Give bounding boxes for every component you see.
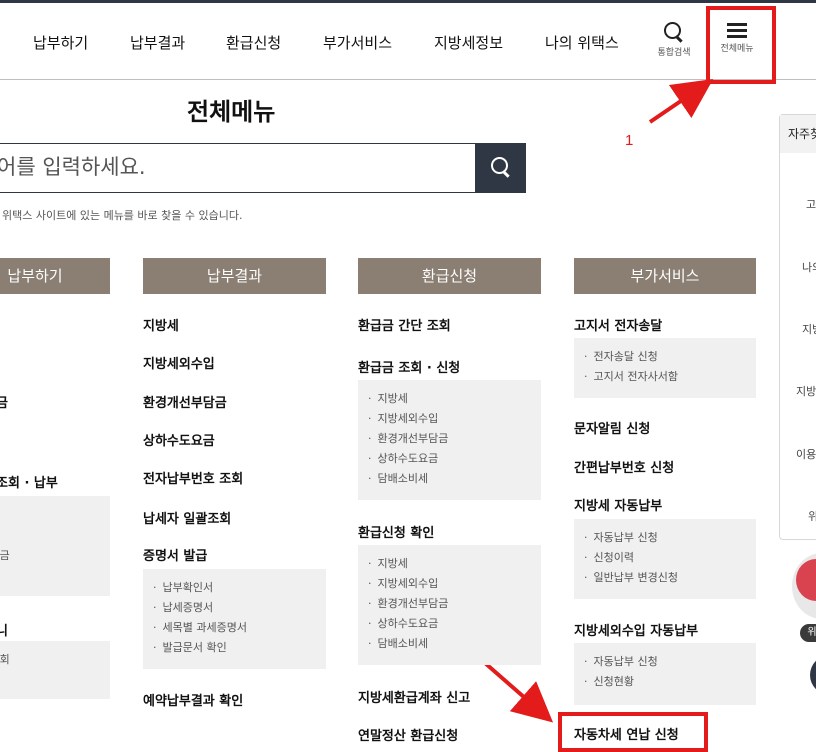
menu-entry[interactable]: 조회 · 납부 — [0, 472, 58, 491]
menu-entry[interactable]: 고지서 전자송달 — [574, 315, 662, 334]
submenu-item[interactable]: 전자송달 신청 — [584, 347, 756, 367]
submenu-item[interactable]: 자동납부 신청 — [584, 652, 756, 672]
submenu-item[interactable]: 세목별 과세증명서 — [153, 618, 326, 638]
menu-entry[interactable]: 증명서 발급 — [143, 545, 207, 564]
submenu-item[interactable]: 조회 — [0, 650, 110, 670]
quick-link[interactable]: 고 — [806, 196, 816, 212]
quick-link[interactable]: 지방 — [796, 383, 816, 399]
submenu-item[interactable]: 지방세외수입 — [368, 574, 541, 594]
page-title: 전체메뉴 — [187, 98, 276, 126]
menu-entry[interactable]: 간편납부번호 신청 — [574, 457, 674, 476]
submenu-item[interactable]: 금 — [0, 566, 110, 586]
quick-link[interactable]: 나의 — [802, 259, 816, 275]
menu-entry[interactable]: 지방세외수입 자동납부 — [574, 620, 698, 639]
column-header-payment[interactable]: 납부하기 — [0, 258, 110, 294]
submenu-box: 자동납부 신청 신청이력 일반납부 변경신청 — [574, 519, 756, 599]
quick-links-title: 자주찾 — [780, 115, 816, 153]
menu-entry[interactable]: 지방세 자동납부 — [574, 495, 662, 514]
submenu-box: 지방세 지방세외수입 환경개선부담금 상하수도요금 담배소비세 — [358, 380, 541, 500]
menu-entry[interactable]: 상하수도요금 — [143, 430, 215, 449]
menu-entry[interactable]: 환경개선부담금 — [143, 392, 227, 411]
submenu-item[interactable]: 담배소비세 — [368, 469, 541, 489]
submenu-item[interactable]: 신청이력 — [584, 548, 756, 568]
submenu-item[interactable]: 신청현황 — [584, 672, 756, 692]
mascot-icon — [796, 559, 816, 601]
submenu-item[interactable]: 지방세 — [368, 554, 541, 574]
submenu-box: 지방세 지방세외수입 환경개선부담금 상하수도요금 담배소비세 — [358, 545, 541, 665]
menu-entry[interactable]: 예약납부결과 확인 — [143, 690, 243, 709]
menu-entry[interactable]: 전자납부번호 조회 — [143, 468, 243, 487]
menu-search-input[interactable] — [0, 144, 467, 190]
menu-entry[interactable]: 환급신청 확인 — [358, 522, 434, 541]
menu-entry[interactable]: 니 — [0, 620, 8, 639]
menu-entry[interactable]: 문자알림 신청 — [574, 418, 650, 437]
submenu-box: 전자송달 신청 고지서 전자사서함 — [574, 338, 756, 398]
menu-entry[interactable]: 연말정산 환급신청 — [358, 725, 458, 744]
arrow-1 — [648, 79, 714, 124]
menu-search-field[interactable] — [0, 143, 476, 193]
submenu-item[interactable]: 발급문서 확인 — [153, 638, 326, 658]
submenu-box: 자동납부 신청 신청현황 — [574, 643, 756, 705]
submenu-box: 입 담금 금 — [0, 496, 110, 596]
mascot-label: 위 — [800, 624, 816, 642]
submenu-item[interactable]: 일반납부 변경신청 — [584, 568, 756, 588]
search-hint: 위택스 사이트에 있는 메뉴를 바로 찾을 수 있습니다. — [2, 209, 243, 222]
menu-entry[interactable]: 지방세환급계좌 신고 — [358, 687, 470, 706]
submenu-box: 조회 — [0, 641, 110, 699]
submenu-item[interactable]: 환경개선부담금 — [368, 429, 541, 449]
submenu-item[interactable]: 상하수도요금 — [368, 614, 541, 634]
menu-entry-car-tax-annual[interactable]: 자동차세 연납 신청 — [574, 724, 679, 743]
column-header-payment-result[interactable]: 납부결과 — [143, 258, 326, 294]
menu-entry[interactable]: 납세자 일괄조회 — [143, 508, 231, 527]
submenu-item[interactable]: 지방세외수입 — [368, 409, 541, 429]
submenu-item[interactable]: 환경개선부담금 — [368, 594, 541, 614]
submenu-item[interactable]: 고지서 전자사서함 — [584, 367, 756, 387]
search-icon — [490, 156, 512, 178]
quick-link[interactable]: 위 — [808, 508, 816, 524]
column-header-refund[interactable]: 환급신청 — [358, 258, 541, 294]
menu-entry[interactable]: 환급금 조회 · 신청 — [358, 357, 460, 376]
submenu-item[interactable]: 입 — [0, 526, 110, 546]
submenu-item[interactable]: 담금 — [0, 546, 110, 566]
submenu-item[interactable]: 지방세 — [368, 389, 541, 409]
submenu-item[interactable]: 담배소비세 — [368, 634, 541, 654]
submenu-item[interactable]: 납세증명서 — [153, 598, 326, 618]
menu-search-button[interactable] — [476, 143, 526, 193]
menu-entry[interactable]: 환급금 간단 조회 — [358, 315, 451, 334]
menu-entry[interactable]: 지방세외수입 — [143, 353, 215, 372]
submenu-item[interactable]: 납부확인서 — [153, 578, 326, 598]
submenu-item[interactable]: 상하수도요금 — [368, 449, 541, 469]
menu-entry[interactable]: 지방세 — [143, 315, 179, 334]
submenu-box: 납부확인서 납세증명서 세목별 과세증명서 발급문서 확인 — [143, 569, 326, 669]
quick-link[interactable]: 이용 — [796, 446, 816, 462]
submenu-item[interactable]: 자동납부 신청 — [584, 528, 756, 548]
menu-entry[interactable]: 금 — [0, 392, 8, 411]
quick-link[interactable]: 지방 — [802, 321, 816, 337]
column-header-extra-services[interactable]: 부가서비스 — [574, 258, 756, 294]
